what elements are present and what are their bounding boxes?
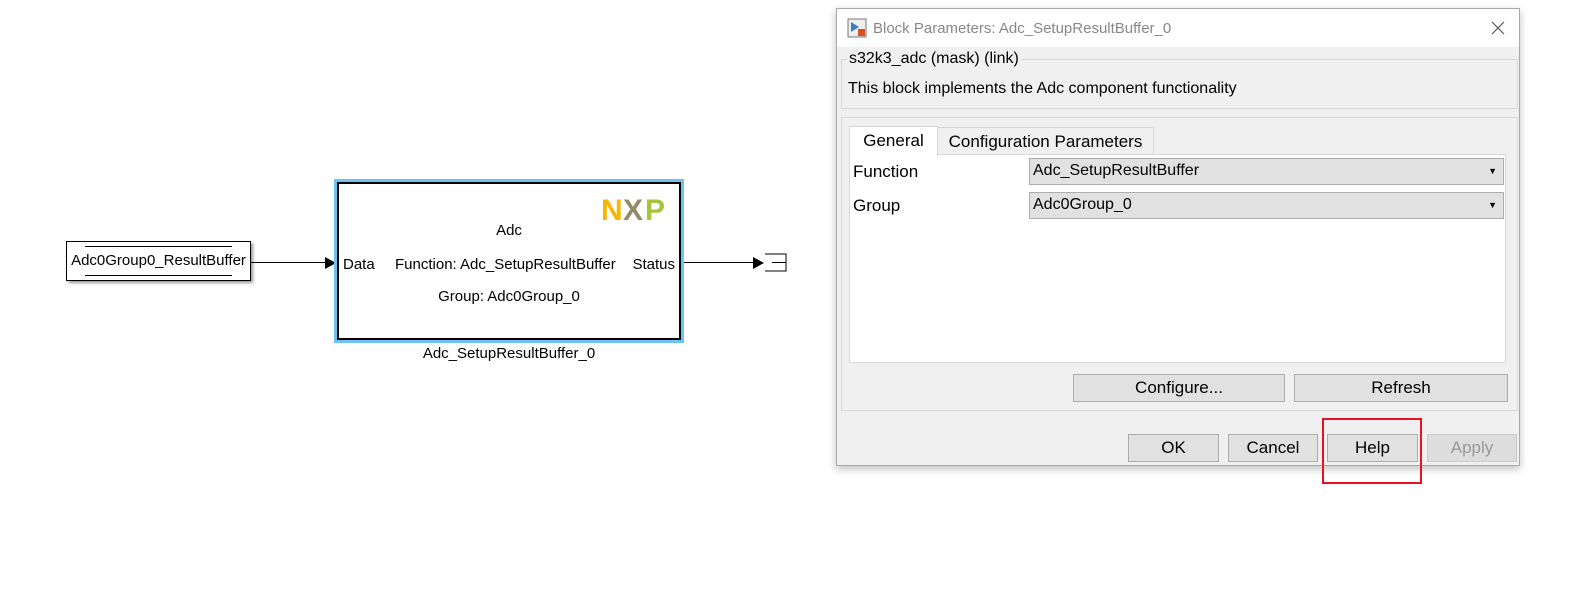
dialog-title-bar[interactable]: Block Parameters: Adc_SetupResultBuffer_… — [837, 9, 1519, 47]
tab-content: Function Adc_SetupResultBuffer ▼ Group A… — [849, 154, 1506, 363]
from-block[interactable]: Adc0Group0_ResultBuffer — [66, 241, 251, 281]
group-text: Group: Adc0Group_0 — [438, 288, 580, 305]
from-bar-top — [85, 246, 232, 247]
mask-description: This block implements the Adc component … — [848, 80, 1237, 97]
group-dropdown[interactable]: Adc0Group_0 ▼ — [1029, 192, 1504, 219]
block-parameters-dialog: Block Parameters: Adc_SetupResultBuffer_… — [836, 8, 1520, 466]
apply-button[interactable]: Apply — [1427, 434, 1517, 462]
from-bar-bottom — [85, 275, 232, 276]
tab-configuration-parameters[interactable]: Configuration Parameters — [937, 127, 1154, 155]
group-label: Group — [853, 196, 901, 215]
svg-text:X: X — [623, 194, 643, 224]
adc-block-title: Adc — [496, 222, 522, 239]
output-signal-line — [684, 262, 754, 263]
configure-button[interactable]: Configure... — [1073, 374, 1285, 402]
mask-group-label: s32k3_adc (mask) (link) — [847, 50, 1021, 68]
dialog-title: Block Parameters: Adc_SetupResultBuffer_… — [873, 20, 1172, 37]
chevron-down-icon: ▼ — [1488, 166, 1497, 176]
help-highlight-box — [1322, 418, 1422, 484]
refresh-button[interactable]: Refresh — [1294, 374, 1508, 402]
input-port-label: Data — [343, 256, 375, 273]
from-block-label: Adc0Group0_ResultBuffer — [71, 252, 246, 269]
adc-block-name[interactable]: Adc_SetupResultBuffer_0 — [334, 345, 684, 362]
output-port-label: Status — [632, 256, 675, 273]
adc-block[interactable]: N X P Adc Data Function: Adc_SetupResult… — [334, 179, 684, 343]
close-icon[interactable] — [1491, 21, 1505, 35]
tab-general[interactable]: General — [849, 126, 938, 156]
function-label: Function — [853, 162, 919, 181]
function-value: Adc_SetupResultBuffer — [1033, 162, 1200, 179]
cancel-button[interactable]: Cancel — [1228, 434, 1318, 462]
svg-text:N: N — [601, 194, 623, 224]
group-value: Adc0Group_0 — [1033, 196, 1132, 213]
simulink-block-icon — [847, 18, 867, 38]
terminator-icon[interactable] — [764, 253, 788, 273]
function-dropdown[interactable]: Adc_SetupResultBuffer ▼ — [1029, 158, 1504, 185]
svg-text:P: P — [645, 194, 665, 224]
chevron-down-icon: ▼ — [1488, 200, 1497, 210]
ok-button[interactable]: OK — [1128, 434, 1219, 462]
output-arrow-icon — [753, 257, 764, 269]
function-text: Function: Adc_SetupResultBuffer — [395, 256, 616, 273]
nxp-logo-icon: N X P — [601, 194, 665, 224]
input-signal-line — [251, 262, 325, 263]
